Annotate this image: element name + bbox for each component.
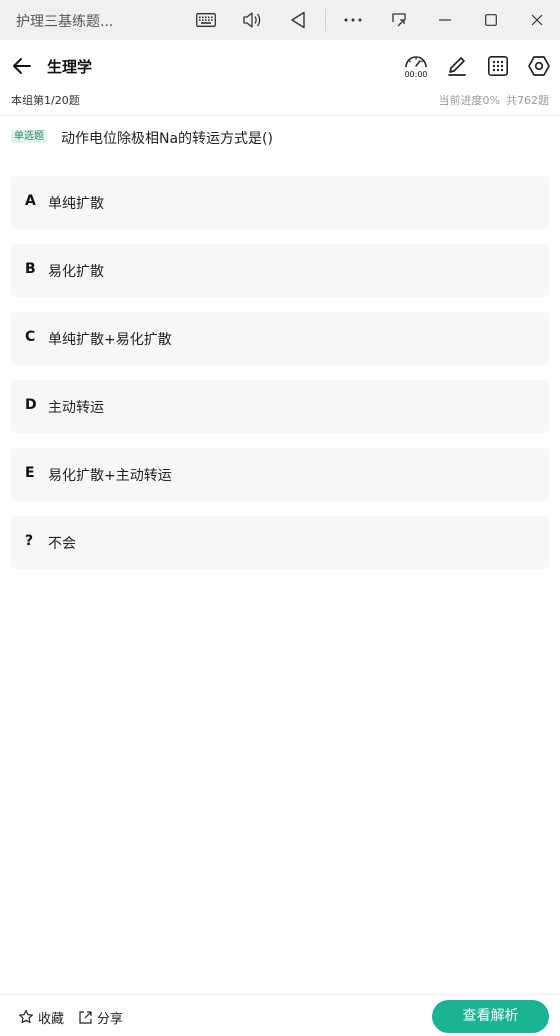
option-letter: C (25, 329, 36, 345)
close-icon[interactable] (521, 4, 553, 36)
option-text: 主动转运 (48, 400, 104, 416)
window-titlebar: 护理三基练题... (0, 0, 560, 40)
question-text: 动作电位除极相Na的转运方式是() (61, 131, 273, 147)
question-type-badge: 单选题 (11, 130, 47, 143)
option-e[interactable]: E 易化扩散+主动转运 (11, 448, 549, 501)
timer-icon (405, 56, 427, 68)
settings-hex-icon[interactable] (525, 52, 553, 80)
keyboard-icon[interactable] (190, 4, 222, 36)
timer-readout: 00:00 (404, 70, 428, 79)
back-arrow-icon[interactable] (10, 54, 34, 78)
volume-icon[interactable] (236, 4, 268, 36)
option-letter: B (25, 261, 36, 277)
group-progress-label: 本组第1/20题 (11, 94, 80, 107)
option-dont-know[interactable]: ? 不会 (11, 516, 549, 569)
more-icon[interactable] (337, 4, 369, 36)
option-d[interactable]: D 主动转运 (11, 380, 549, 433)
maximize-icon[interactable] (475, 4, 507, 36)
app-header: 生理学 00:00 (0, 40, 560, 92)
question: 单选题 动作电位除极相Na的转运方式是() (11, 128, 551, 148)
timer-button[interactable]: 00:00 (401, 51, 431, 83)
total-questions-text: 共762题 (506, 94, 549, 107)
option-letter: D (25, 397, 37, 413)
share-label: 分享 (97, 1011, 124, 1027)
option-c[interactable]: C 单纯扩散+易化扩散 (11, 312, 549, 365)
window-title: 护理三基练题... (16, 14, 114, 30)
favorite-label: 收藏 (38, 1011, 65, 1027)
option-text: 易化扩散+主动转运 (48, 468, 172, 484)
option-text: 易化扩散 (48, 264, 104, 280)
option-a[interactable]: A 单纯扩散 (11, 176, 549, 229)
option-text: 单纯扩散+易化扩散 (48, 332, 172, 348)
favorite-button[interactable]: 收藏 (18, 1007, 64, 1027)
screen-icon[interactable] (383, 4, 415, 36)
option-b[interactable]: B 易化扩散 (11, 244, 549, 297)
minimize-icon[interactable] (429, 4, 461, 36)
progress-row: 本组第1/20题 当前进度0% 共762题 (0, 92, 560, 116)
pencil-icon[interactable] (443, 52, 471, 80)
share-icon (79, 1010, 92, 1024)
page-title: 生理学 (47, 58, 93, 76)
option-letter: E (25, 465, 35, 481)
current-progress-text: 当前进度0% (438, 94, 500, 107)
bottom-bar: 收藏 分享 查看解析 (0, 994, 560, 1036)
option-letter: A (25, 193, 36, 209)
star-icon (19, 1009, 33, 1024)
grid-icon[interactable] (484, 52, 512, 80)
option-text: 单纯扩散 (48, 196, 104, 212)
view-analysis-button[interactable]: 查看解析 (432, 1000, 549, 1033)
overall-progress: 当前进度0% 共762题 (433, 92, 549, 108)
share-button[interactable]: 分享 (78, 1007, 123, 1027)
titlebar-divider (325, 9, 326, 31)
option-text: 不会 (48, 536, 76, 552)
option-letter: ? (25, 533, 34, 549)
back-triangle-icon[interactable] (282, 4, 314, 36)
